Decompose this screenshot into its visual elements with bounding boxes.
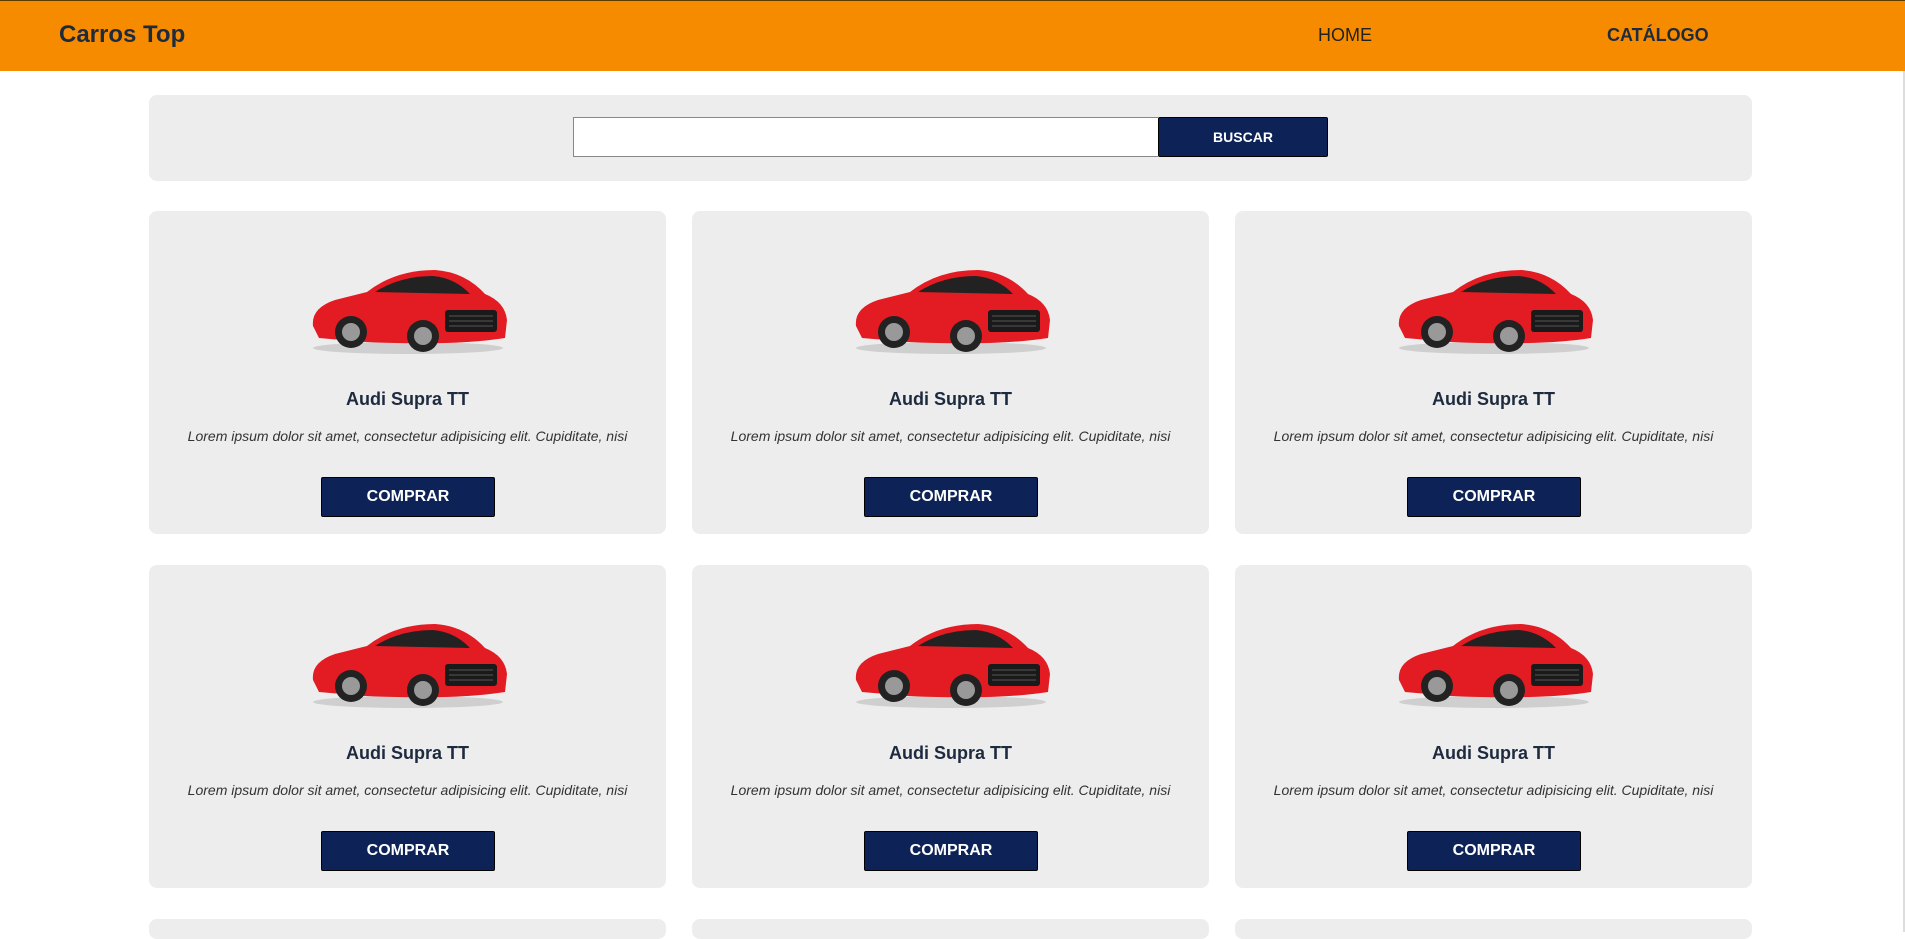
buy-button[interactable]: COMPRAR	[1407, 831, 1581, 871]
car-image	[1398, 270, 1593, 354]
top-navbar: Carros Top HOME CATÁLOGO	[0, 0, 1905, 71]
product-title: Audi Supra TT	[1432, 389, 1555, 409]
car-image	[855, 624, 1050, 708]
car-image	[312, 270, 507, 354]
product-title: Audi Supra TT	[1432, 743, 1555, 763]
product-title: Audi Supra TT	[889, 389, 1012, 409]
product-card: Audi Supra TT Lorem ipsum dolor sit amet…	[692, 565, 1209, 888]
buy-button[interactable]: COMPRAR	[1407, 477, 1581, 517]
car-image	[1398, 624, 1593, 708]
product-card: Audi Supra TT Lorem ipsum dolor sit amet…	[1235, 565, 1752, 888]
product-description: Lorem ipsum dolor sit amet, consectetur …	[187, 782, 628, 798]
buy-button[interactable]: COMPRAR	[864, 831, 1038, 871]
product-card: Audi Supra TT Lorem ipsum dolor sit amet…	[149, 565, 666, 888]
product-card-partial	[1235, 919, 1752, 939]
product-card: Audi Supra TT Lorem ipsum dolor sit amet…	[692, 211, 1209, 534]
product-card: Audi Supra TT Lorem ipsum dolor sit amet…	[1235, 211, 1752, 534]
nav-catalog[interactable]: CATÁLOGO	[1607, 25, 1709, 46]
product-description: Lorem ipsum dolor sit amet, consectetur …	[187, 428, 628, 444]
buy-button[interactable]: COMPRAR	[321, 831, 495, 871]
buy-button[interactable]: COMPRAR	[321, 477, 495, 517]
car-image	[312, 624, 507, 708]
product-title: Audi Supra TT	[346, 389, 469, 409]
product-title: Audi Supra TT	[346, 743, 469, 763]
product-description: Lorem ipsum dolor sit amet, consectetur …	[730, 428, 1171, 444]
product-card: Audi Supra TT Lorem ipsum dolor sit amet…	[149, 211, 666, 534]
product-title: Audi Supra TT	[889, 743, 1012, 763]
search-input[interactable]	[573, 117, 1158, 157]
car-image	[855, 270, 1050, 354]
nav-home[interactable]: HOME	[1318, 25, 1372, 46]
search-button[interactable]: BUSCAR	[1158, 117, 1328, 157]
product-description: Lorem ipsum dolor sit amet, consectetur …	[730, 782, 1171, 798]
product-description: Lorem ipsum dolor sit amet, consectetur …	[1273, 782, 1714, 798]
brand-logo[interactable]: Carros Top	[59, 21, 185, 49]
buy-button[interactable]: COMPRAR	[864, 477, 1038, 517]
product-description: Lorem ipsum dolor sit amet, consectetur …	[1273, 428, 1714, 444]
search-panel: BUSCAR	[149, 95, 1752, 181]
product-card-partial	[149, 919, 666, 939]
product-card-partial	[692, 919, 1209, 939]
